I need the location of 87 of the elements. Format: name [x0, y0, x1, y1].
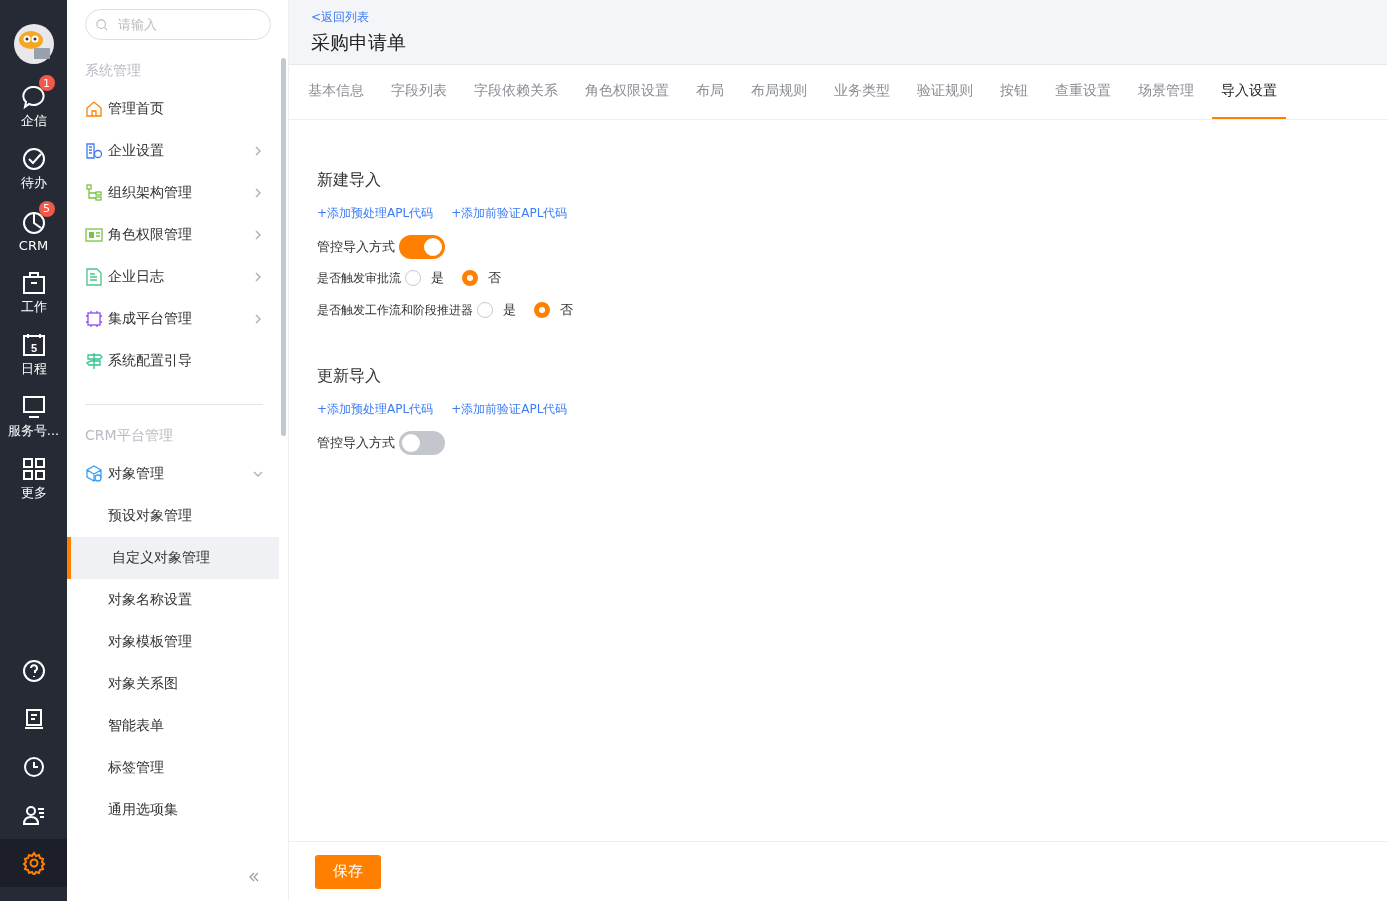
clock-icon [21, 755, 46, 779]
section-title: 系统管理 [84, 61, 142, 80]
settings-icon [21, 851, 46, 875]
radio-button[interactable] [534, 302, 550, 318]
field-label: 是否触发审批流 [317, 269, 401, 287]
field-label: 管控导入方式 [317, 238, 395, 256]
calendar-icon: 5 [20, 332, 47, 358]
back-link[interactable]: <返回列表 [311, 9, 370, 26]
submenu-item[interactable]: 对象模板管理 [63, 621, 279, 663]
chevron-right-icon [253, 230, 263, 240]
house-icon [85, 100, 103, 118]
gear-button[interactable] [0, 839, 67, 887]
hierarchy-icon [85, 184, 103, 202]
count-badge: 5 [38, 200, 55, 217]
chevron-right-icon [253, 146, 263, 156]
menu-item[interactable]: 企业设置 [67, 130, 279, 172]
radio-button[interactable] [477, 302, 493, 318]
add-code-link[interactable]: +添加前验证APL代码 [451, 205, 568, 222]
tab[interactable]: 业务类型 [825, 65, 899, 119]
tab[interactable]: 导入设置 [1212, 65, 1286, 119]
add-code-link[interactable]: +添加预处理APL代码 [317, 401, 434, 418]
radio-button[interactable] [462, 270, 478, 286]
rail-item[interactable]: 5 CRM [0, 200, 67, 262]
page-title: 采购申请单 [311, 30, 406, 55]
search-icon [96, 17, 108, 32]
toggle-switch[interactable] [399, 431, 445, 455]
submenu-item[interactable]: 通用选项集 [63, 789, 279, 831]
radio-button[interactable] [405, 270, 421, 286]
contact-list-icon [21, 803, 46, 827]
menu-item[interactable]: 系统配置引导 [67, 340, 279, 382]
tab[interactable]: 场景管理 [1129, 65, 1203, 119]
double-chevron-left-icon [249, 872, 259, 882]
option-label: 否 [488, 269, 501, 287]
tab[interactable]: 按钮 [991, 65, 1037, 119]
rail-item[interactable]: 工作 [0, 262, 67, 324]
monitor-icon [20, 394, 47, 420]
field-label: 是否触发工作流和阶段推进器 [317, 301, 473, 319]
signpost-icon [85, 352, 103, 370]
tab[interactable]: 布局规则 [742, 65, 816, 119]
section-title: CRM平台管理 [84, 426, 174, 445]
submenu-item[interactable]: 对象名称设置 [63, 579, 279, 621]
menu-item[interactable]: 管理首页 [67, 88, 279, 130]
option-label: 是 [431, 269, 444, 287]
tab[interactable]: 验证规则 [908, 65, 982, 119]
menu-item[interactable]: 角色权限管理 [67, 214, 279, 256]
option-label: 是 [503, 301, 516, 319]
chevron-right-icon [253, 272, 263, 282]
menu-item[interactable]: 组织架构管理 [67, 172, 279, 214]
avatar[interactable] [11, 22, 56, 66]
submenu-item[interactable]: 智能表单 [63, 705, 279, 747]
tab[interactable]: 角色权限设置 [576, 65, 678, 119]
rail-item[interactable]: 1 企信 [0, 76, 67, 138]
help-icon [21, 659, 46, 683]
cube-gear-icon [85, 465, 103, 483]
tab[interactable]: 字段列表 [382, 65, 456, 119]
check-circle-icon [20, 146, 47, 172]
count-badge: 1 [38, 75, 55, 91]
add-code-link[interactable]: +添加预处理APL代码 [317, 205, 434, 222]
rail-item[interactable]: 服务号... [0, 386, 67, 448]
section-title: 更新导入 [317, 366, 381, 387]
field-label: 管控导入方式 [317, 434, 395, 452]
submenu-item[interactable]: 标签管理 [63, 747, 279, 789]
tab[interactable]: 字段依赖关系 [465, 65, 567, 119]
section-title: 新建导入 [317, 170, 381, 191]
add-code-link[interactable]: +添加前验证APL代码 [451, 401, 568, 418]
rail-item[interactable]: 5 日程 [0, 324, 67, 386]
building-gear-icon [85, 142, 103, 160]
chevron-right-icon [253, 314, 263, 324]
grid-icon [20, 456, 47, 482]
menu-item[interactable]: 企业日志 [67, 256, 279, 298]
tab[interactable]: 基本信息 [299, 65, 373, 119]
scrollbar[interactable] [281, 58, 286, 436]
chip-icon [85, 310, 103, 328]
mascot-icon [13, 24, 54, 64]
rail-item[interactable]: 待办 [0, 138, 67, 200]
chevron-right-icon [253, 188, 263, 198]
briefcase-icon [20, 270, 47, 296]
toggle-switch[interactable] [399, 235, 445, 259]
menu-item[interactable]: 集成平台管理 [67, 298, 279, 340]
tab[interactable]: 查重设置 [1046, 65, 1120, 119]
menu-item[interactable]: 对象管理 [67, 453, 279, 495]
submenu-item[interactable]: 自定义对象管理 [67, 537, 279, 579]
chevron-down-icon [253, 469, 263, 479]
document-icon [85, 268, 103, 286]
id-card-icon [85, 226, 103, 244]
submenu-item[interactable]: 对象关系图 [63, 663, 279, 705]
option-label: 否 [560, 301, 573, 319]
